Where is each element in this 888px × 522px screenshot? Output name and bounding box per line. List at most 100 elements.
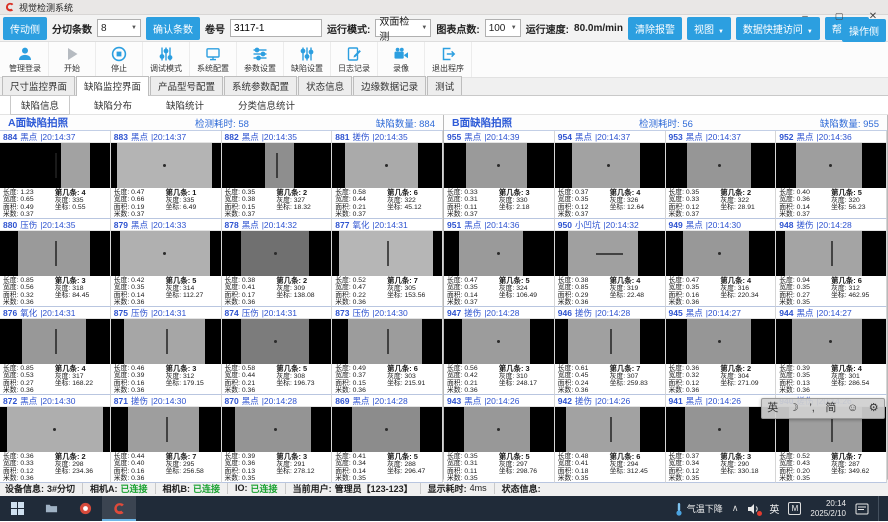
defect-cell-955[interactable]: 955黑点|20:14:39长度: 0.33宽度: 0.31面积: 0.11米数… <box>444 131 555 219</box>
ime-lang-en[interactable]: 英 <box>767 403 778 414</box>
tab-main-4[interactable]: 状态信息 <box>298 76 352 95</box>
show-desktop-button[interactable] <box>878 496 882 521</box>
defect-cell-952[interactable]: 952黑点|20:14:36长度: 0.40宽度: 0.36面积: 0.14米数… <box>776 131 887 219</box>
defect-stats: 长度: 0.44宽度: 0.40面积: 0.16米数: 0.36第几条: 7灰度… <box>111 452 221 482</box>
view-menu-button[interactable]: 视图 <box>687 17 731 40</box>
defect-cell-948[interactable]: 948搓伤|20:14:28长度: 0.94宽度: 0.35面积: 0.27米数… <box>776 219 887 307</box>
tab-main-2[interactable]: 产品型号配置 <box>150 76 223 95</box>
defect-cell-869[interactable]: 869黑点|20:14:28长度: 0.41宽度: 0.34面积: 0.14米数… <box>332 395 443 483</box>
stat-coord: 坐标: 45.12 <box>387 204 439 211</box>
tab-main-6[interactable]: 测试 <box>427 76 462 95</box>
stat-coord: 坐标: 278.12 <box>276 468 328 475</box>
defect-cell-873[interactable]: 873压伤|20:14:30长度: 0.49宽度: 0.37面积: 0.15米数… <box>332 307 443 395</box>
weather-widget[interactable]: 气温下降 <box>675 502 723 516</box>
tab-main-3[interactable]: 系统参数配置 <box>224 76 297 95</box>
ime-keyboard-icon[interactable]: M <box>788 502 801 515</box>
exit-program-label: 退出程序 <box>432 63 464 74</box>
defect-cell-875[interactable]: 875压伤|20:14:31长度: 0.46宽度: 0.39面积: 0.16米数… <box>111 307 222 395</box>
ribbon-recording-button[interactable]: 录像 <box>378 42 425 77</box>
defect-cell-882[interactable]: 882黑点|20:14:35长度: 0.35宽度: 0.38面积: 0.15米数… <box>222 131 333 219</box>
defect-cell-941[interactable]: 941黑点|20:14:26长度: 0.37宽度: 0.34面积: 0.12米数… <box>666 395 777 483</box>
ribbon-debug-mode-button[interactable]: 调试模式 <box>143 42 190 77</box>
defect-time: |20:14:28 <box>372 396 407 406</box>
defect-number: 877 <box>335 220 349 230</box>
tab-main-1[interactable]: 缺陷监控界面 <box>76 76 149 96</box>
confirm-count-button[interactable]: 确认条数 <box>146 17 200 40</box>
simplified-chinese-icon[interactable]: 简 <box>825 403 836 414</box>
taskbar-app-explorer[interactable] <box>34 496 68 521</box>
defect-cell-943[interactable]: 943黑点|20:14:26长度: 0.35宽度: 0.31面积: 0.11米数… <box>444 395 555 483</box>
defect-cell-947[interactable]: 947搓伤|20:14:28长度: 0.56宽度: 0.42面积: 0.21米数… <box>444 307 555 395</box>
chart-points-select[interactable]: 100 <box>485 19 521 37</box>
stat-strip: 第几条: 7 <box>166 453 218 461</box>
ribbon-log-record-button[interactable]: 日志记录 <box>331 42 378 77</box>
stat-area: 面积: 0.27 <box>779 292 831 299</box>
defect-cell-953[interactable]: 953黑点|20:14:37长度: 0.35宽度: 0.33面积: 0.12米数… <box>666 131 777 219</box>
run-mode-select[interactable]: 双面检测 <box>375 19 431 37</box>
defect-time: |20:14:27 <box>706 308 741 318</box>
ribbon-param-settings-button[interactable]: 参数设置 <box>237 42 284 77</box>
defect-cell-884[interactable]: 884黑点|20:14:37长度: 1.23宽度: 0.65面积: 0.49米数… <box>0 131 111 219</box>
defect-type: 黑点 <box>686 395 703 407</box>
defect-number: 948 <box>779 220 793 230</box>
tab-sub-1[interactable]: 缺陷分布 <box>84 96 142 114</box>
defect-stats: 长度: 0.42宽度: 0.35面积: 0.14米数: 0.36第几条: 5灰度… <box>111 276 221 306</box>
tab-sub-3[interactable]: 分类信息统计 <box>228 96 305 114</box>
moon-icon[interactable]: ☽ <box>789 403 799 414</box>
defect-cell-949[interactable]: 949黑点|20:14:30长度: 0.47宽度: 0.35面积: 0.16米数… <box>666 219 777 307</box>
taskbar-clock[interactable]: 20:14 2025/2/10 <box>810 499 846 518</box>
defect-cell-944[interactable]: 944黑点|20:14:27长度: 0.39宽度: 0.35面积: 0.13米数… <box>776 307 887 395</box>
ribbon-admin-login-button[interactable]: 管理登录 <box>2 42 49 77</box>
close-icon[interactable] <box>866 9 880 23</box>
roll-number-input[interactable] <box>230 19 322 37</box>
tab-sub-0[interactable]: 缺陷信息 <box>10 95 70 115</box>
defect-cell-954[interactable]: 954黑点|20:14:37长度: 0.37宽度: 0.35面积: 0.12米数… <box>555 131 666 219</box>
stat-meter: 米数: 0.36 <box>114 387 166 394</box>
punctuation-icon[interactable]: ’, <box>809 403 815 414</box>
clear-alarm-button[interactable]: 清除报警 <box>628 17 682 40</box>
recording-label: 录像 <box>393 63 409 74</box>
defect-cell-883[interactable]: 883黑点|20:14:37长度: 0.47宽度: 0.66面积: 0.19米数… <box>111 131 222 219</box>
run-mode-label: 运行模式: <box>327 21 370 36</box>
debug-mode-label: 调试模式 <box>150 63 182 74</box>
ribbon-stop-button[interactable]: 停止 <box>96 42 143 77</box>
defect-cell-870[interactable]: 870黑点|20:14:28长度: 0.39宽度: 0.36面积: 0.13米数… <box>222 395 333 483</box>
defect-cell-872[interactable]: 872黑点|20:14:30长度: 0.36宽度: 0.33面积: 0.12米数… <box>0 395 111 483</box>
gear-icon[interactable]: ⚙ <box>869 403 879 414</box>
defect-cell-876[interactable]: 876氧化|20:14:31长度: 0.85宽度: 0.53面积: 0.27米数… <box>0 307 111 395</box>
minimize-icon[interactable] <box>798 9 812 23</box>
defect-cell-951[interactable]: 951黑点|20:14:36长度: 0.47宽度: 0.35面积: 0.14米数… <box>444 219 555 307</box>
defect-cell-878[interactable]: 878黑点|20:14:32长度: 0.38宽度: 0.41面积: 0.17米数… <box>222 219 333 307</box>
maximize-icon[interactable] <box>832 9 846 23</box>
stat-area: 面积: 0.15 <box>225 204 277 211</box>
start-button[interactable] <box>0 496 34 521</box>
defect-cell-946[interactable]: 946搓伤|20:14:28长度: 0.61宽度: 0.45面积: 0.24米数… <box>555 307 666 395</box>
defect-cell-877[interactable]: 877氧化|20:14:31长度: 0.52宽度: 0.47面积: 0.22米数… <box>332 219 443 307</box>
taskbar-app-browser[interactable] <box>68 496 102 521</box>
ribbon-defect-settings-button[interactable]: 缺陷设置 <box>284 42 331 77</box>
defect-cell-950[interactable]: 950小凹坑|20:14:32长度: 0.38宽度: 0.85面积: 0.29米… <box>555 219 666 307</box>
ribbon-system-config-button[interactable]: 系统配置 <box>190 42 237 77</box>
tray-expand-icon[interactable]: ∧ <box>732 503 739 514</box>
defect-cell-881[interactable]: 881搓伤|20:14:35长度: 0.58宽度: 0.44面积: 0.21米数… <box>332 131 443 219</box>
defect-cell-942[interactable]: 942搓伤|20:14:26长度: 0.48宽度: 0.41面积: 0.18米数… <box>555 395 666 483</box>
defect-cell-880[interactable]: 880压伤|20:14:35长度: 0.85宽度: 0.56面积: 0.32米数… <box>0 219 111 307</box>
emoji-icon[interactable]: ☺ <box>847 403 858 414</box>
tab-main-0[interactable]: 尺寸监控界面 <box>2 76 75 95</box>
ribbon-start-button[interactable]: 开始 <box>49 42 96 77</box>
drive-side-button[interactable]: 传动侧 <box>3 17 47 40</box>
defect-cell-874[interactable]: 874压伤|20:14:31长度: 0.58宽度: 0.44面积: 0.21米数… <box>222 307 333 395</box>
ribbon-exit-program-button[interactable]: 退出程序 <box>425 42 472 77</box>
defect-cell-871[interactable]: 871搓伤|20:14:30长度: 0.44宽度: 0.40面积: 0.16米数… <box>111 395 222 483</box>
defect-stats: 长度: 0.40宽度: 0.36面积: 0.14米数: 0.37第几条: 5灰度… <box>776 188 886 218</box>
taskbar-app-inspection-system[interactable] <box>102 496 136 521</box>
defect-cell-879[interactable]: 879黑点|20:14:33长度: 0.42宽度: 0.35面积: 0.14米数… <box>111 219 222 307</box>
slit-count-select[interactable]: 8 <box>97 19 141 37</box>
stat-area: 面积: 0.16 <box>669 292 721 299</box>
tab-sub-2[interactable]: 缺陷统计 <box>156 96 214 114</box>
ime-language-indicator[interactable]: 英 <box>769 501 779 516</box>
volume-icon[interactable] <box>747 503 760 515</box>
tab-main-5[interactable]: 边缘数据记录 <box>353 76 426 95</box>
action-center-icon[interactable] <box>855 503 869 515</box>
defect-cell-945[interactable]: 945黑点|20:14:27长度: 0.36宽度: 0.32面积: 0.12米数… <box>666 307 777 395</box>
